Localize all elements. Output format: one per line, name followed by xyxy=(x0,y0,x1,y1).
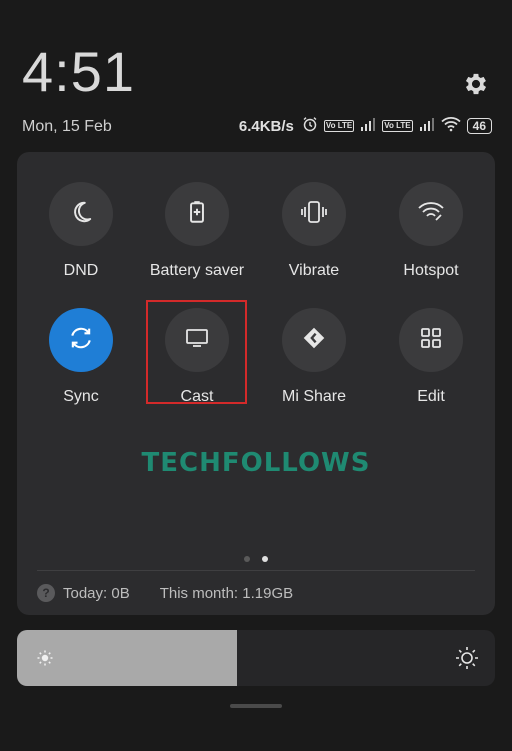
mi-share-icon xyxy=(301,325,327,356)
battery-saver-icon xyxy=(184,199,210,230)
data-usage-today: Today: 0B xyxy=(63,584,130,602)
tile-edit-button[interactable] xyxy=(399,308,463,372)
moon-icon xyxy=(68,199,94,230)
signal-icon-2 xyxy=(419,117,435,135)
tile-edit-label: Edit xyxy=(417,388,445,405)
wifi-icon xyxy=(441,116,461,136)
quick-settings-panel: DND Battery saver Vibrate Hotspot Sync C… xyxy=(17,152,495,615)
tile-vibrate[interactable]: Vibrate xyxy=(254,182,374,280)
panel-drag-handle[interactable] xyxy=(230,704,282,708)
tile-vibrate-button[interactable] xyxy=(282,182,346,246)
cast-highlight-box xyxy=(146,300,247,404)
network-speed: 6.4KB/s xyxy=(238,117,294,135)
status-bar: 6.4KB/s Vo LTE Vo LTE 46 xyxy=(239,116,492,136)
divider xyxy=(37,570,475,571)
brightness-low-icon xyxy=(35,648,55,668)
tile-sync-button[interactable] xyxy=(49,308,113,372)
clock-time: 4:51 xyxy=(22,40,135,103)
gear-icon[interactable] xyxy=(462,70,490,98)
page-indicator xyxy=(17,556,495,562)
tile-vibrate-label: Vibrate xyxy=(288,262,340,279)
signal-icon xyxy=(360,117,376,135)
brightness-slider[interactable] xyxy=(17,630,495,686)
grid-icon xyxy=(419,326,443,355)
tile-battery-saver-button[interactable] xyxy=(165,182,229,246)
sync-icon xyxy=(67,324,95,357)
data-usage-month: This month: 1.19GB xyxy=(159,584,294,602)
tile-mi-share[interactable]: Mi Share xyxy=(254,308,374,406)
hotspot-icon xyxy=(417,200,445,229)
tile-hotspot[interactable]: Hotspot xyxy=(371,182,491,280)
tile-edit[interactable]: Edit xyxy=(371,308,491,406)
volte-badge-2: Vo LTE xyxy=(382,120,413,132)
tile-dnd[interactable]: DND xyxy=(21,182,141,280)
tile-dnd-button[interactable] xyxy=(49,182,113,246)
tile-battery-saver-label: Battery saver xyxy=(149,262,245,279)
battery-indicator: 46 xyxy=(466,118,492,134)
tile-sync[interactable]: Sync xyxy=(21,308,141,406)
brightness-high-icon xyxy=(455,646,479,670)
page-dot-2[interactable] xyxy=(262,556,268,562)
tile-mi-share-label: Mi Share xyxy=(281,388,347,405)
volte-badge: Vo LTE xyxy=(323,120,355,132)
data-usage[interactable]: ? Today: 0B This month: 1.19GB xyxy=(37,584,293,602)
watermark: TECHFOLLOWS xyxy=(141,448,371,478)
tile-hotspot-label: Hotspot xyxy=(403,262,459,279)
tile-mi-share-button[interactable] xyxy=(282,308,346,372)
tile-dnd-label: DND xyxy=(63,262,99,279)
date-label: Mon, 15 Feb xyxy=(22,118,112,135)
tile-sync-label: Sync xyxy=(63,388,99,405)
vibrate-icon xyxy=(300,199,328,230)
page-dot-1[interactable] xyxy=(244,556,250,562)
help-icon: ? xyxy=(37,584,55,602)
tile-battery-saver[interactable]: Battery saver xyxy=(137,182,257,280)
alarm-icon xyxy=(302,116,318,136)
tile-hotspot-button[interactable] xyxy=(399,182,463,246)
